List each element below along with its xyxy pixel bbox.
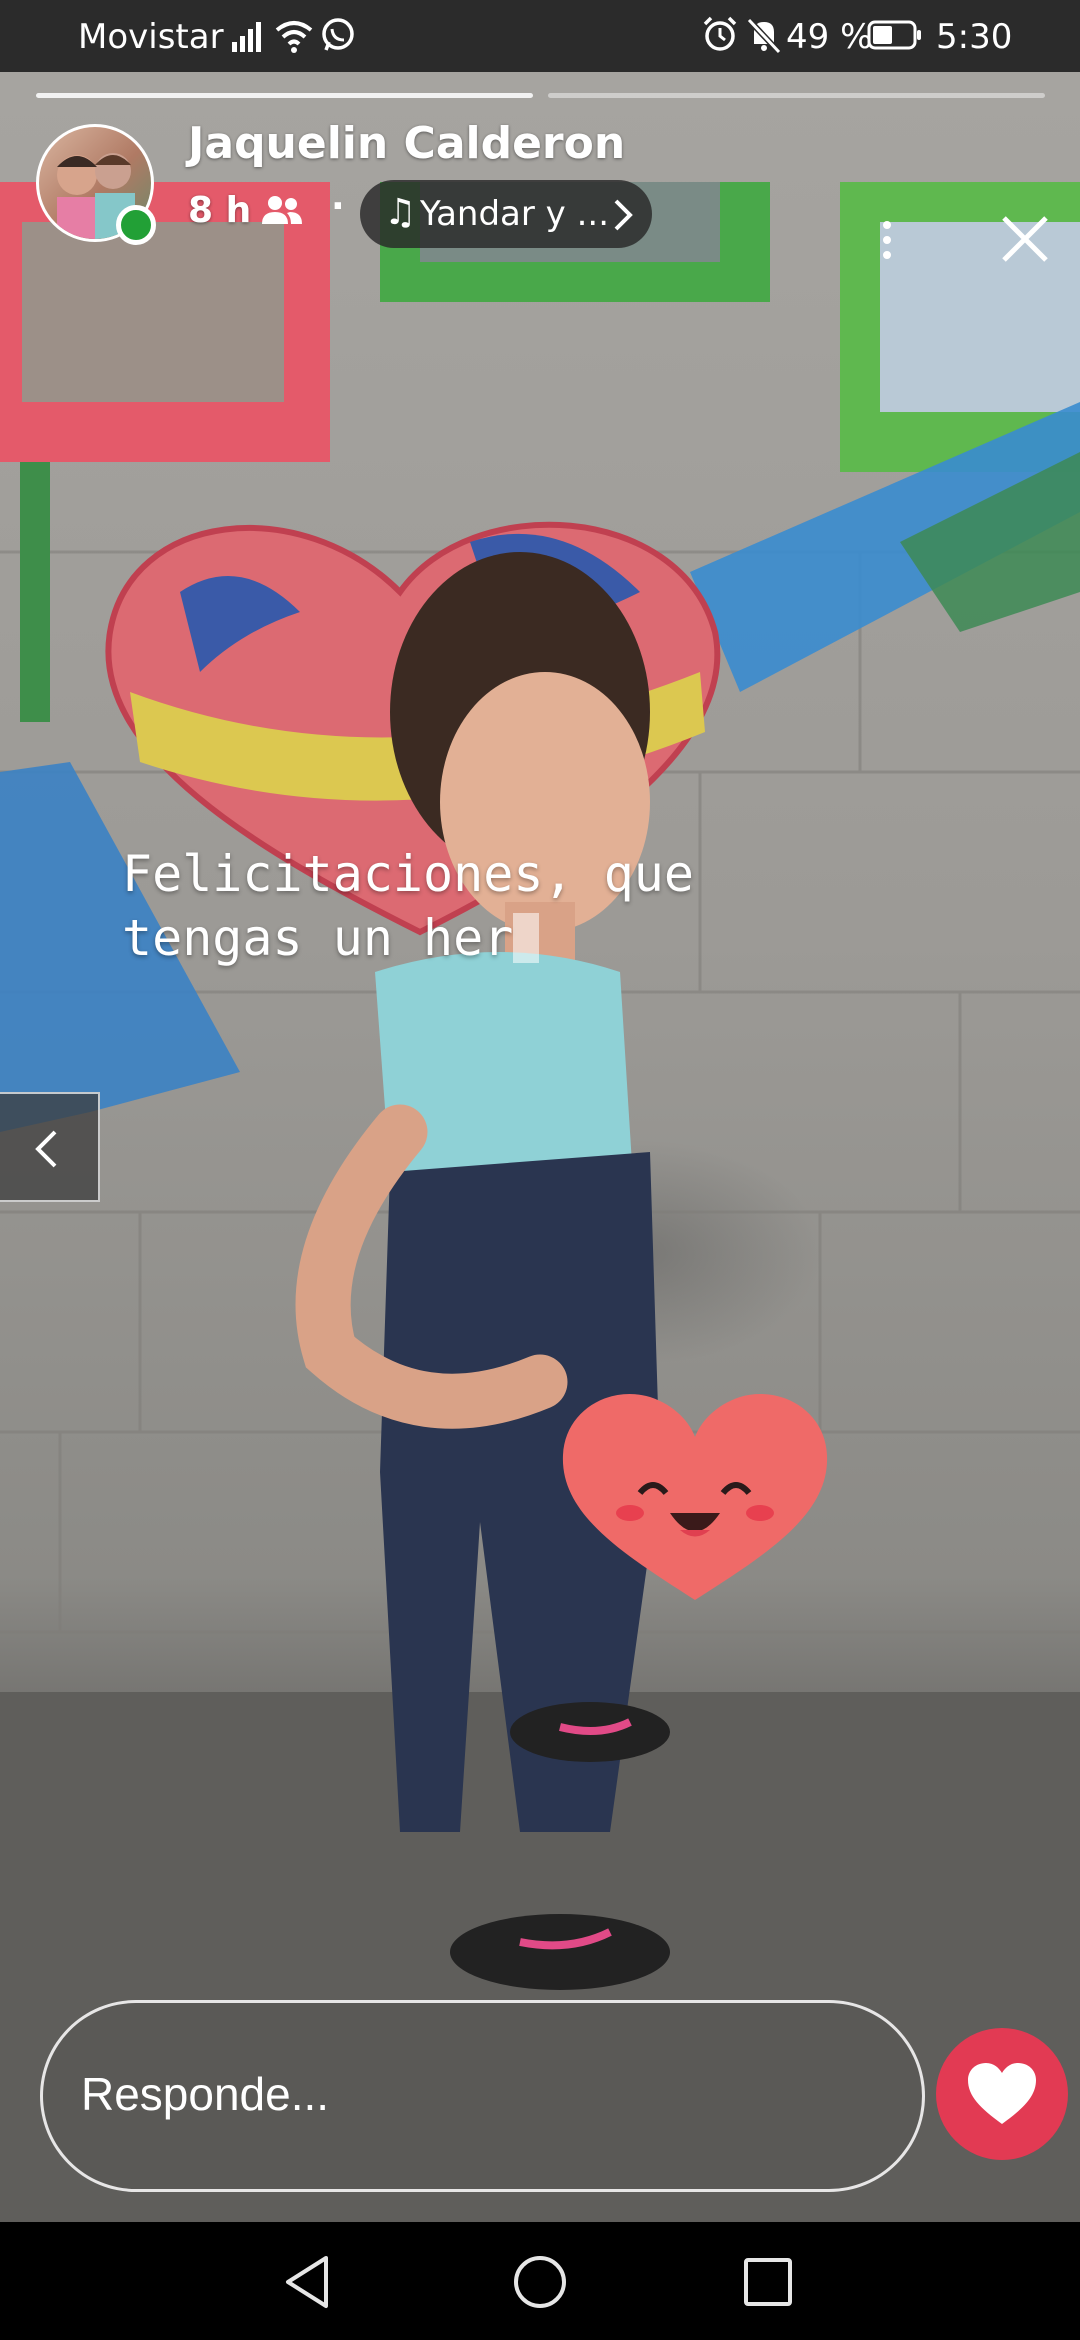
music-pill[interactable]: ♫ Yandar y ...: [360, 180, 652, 248]
back-nav-button[interactable]: [278, 2252, 338, 2312]
music-note-icon: ♫: [384, 192, 417, 233]
like-button[interactable]: [936, 2028, 1068, 2160]
recents-square-icon: [744, 2258, 792, 2306]
story-photo-illustration: [0, 182, 1080, 2222]
previous-story-button[interactable]: [0, 1092, 100, 1202]
close-button[interactable]: [998, 212, 1052, 266]
more-options-button[interactable]: [872, 218, 902, 262]
story-progress-segment-1: [36, 93, 533, 98]
song-title: Yandar y ...: [420, 194, 610, 234]
smiling-heart-sticker: [555, 1385, 835, 1605]
home-nav-button[interactable]: [510, 2252, 570, 2312]
battery-icon: [866, 12, 926, 67]
reply-placeholder: Responde...: [81, 2068, 330, 2120]
caption-line-1: Felicitaciones, que: [122, 845, 694, 903]
caption-line-2: tengas un her: [122, 909, 514, 967]
clock: 5:30: [936, 17, 1013, 57]
meta-separator: ·: [331, 186, 345, 227]
story-time: 8 h: [188, 190, 252, 231]
battery-percentage: 49 %: [786, 17, 873, 57]
text-cursor: [513, 913, 540, 963]
recents-nav-button[interactable]: [738, 2252, 798, 2312]
story-viewer-screen: Movistar 49 % 5:30 Jaquelin Calderon 8 h…: [0, 0, 1080, 2340]
online-status-indicator: [116, 205, 156, 245]
back-triangle-icon: [286, 2256, 328, 2308]
friends-icon: [260, 194, 304, 237]
status-bar: Movistar 49 % 5:30: [0, 0, 1080, 72]
story-photo: [0, 72, 1080, 2222]
reply-input[interactable]: Responde...: [40, 2000, 925, 2192]
home-circle-icon: [514, 2256, 566, 2308]
whatsapp-icon: [318, 12, 358, 67]
wifi-icon: [274, 12, 314, 67]
mute-icon: [744, 12, 784, 67]
system-navigation-bar: [0, 2222, 1080, 2340]
chevron-left-icon: [35, 1130, 57, 1168]
carrier-name: Movistar: [78, 17, 224, 57]
close-icon: [1002, 216, 1048, 262]
alarm-icon: [700, 12, 740, 67]
story-caption: Felicitaciones, que tengas un her: [122, 842, 902, 970]
signal-icon: [230, 12, 270, 67]
story-author-name[interactable]: Jaquelin Calderon: [188, 118, 625, 169]
story-progress-segment-2: [548, 93, 1045, 98]
heart-icon: [968, 2063, 1036, 2124]
chevron-right-icon: [612, 198, 634, 241]
